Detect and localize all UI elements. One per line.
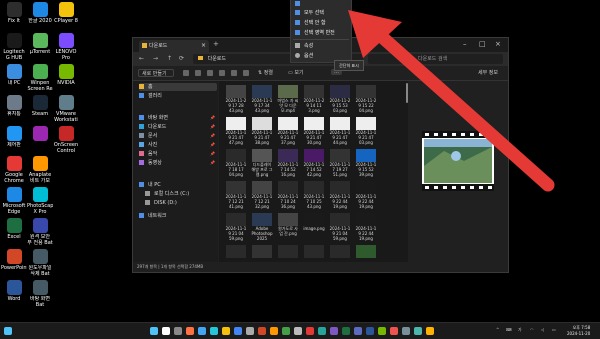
taskbar-app-icon[interactable] [162,327,170,335]
taskbar-app-icon[interactable] [186,327,194,335]
taskbar-app-icon[interactable] [234,327,242,335]
taskbar-app-icon[interactable] [390,327,398,335]
taskbar-app-icon[interactable] [342,327,350,335]
taskbar-app-icon[interactable] [414,327,422,335]
taskbar-app-icon[interactable] [282,327,290,335]
desktop: Fix It 한글 2020 CPlayer 8 Logitech G HUB µTor… [0,0,600,322]
taskbar-app-icon[interactable] [150,327,158,335]
taskbar-app-icon[interactable] [306,327,314,335]
wifi-icon[interactable]: ◠ [530,327,534,332]
taskbar-app-icon[interactable] [378,327,386,335]
red-arrow-annotation [348,10,555,192]
taskbar-app-icon[interactable] [318,327,326,335]
taskbar-app-icon[interactable] [222,327,230,335]
clock-date: 2024-11-20 [567,331,591,336]
language-indicator-icon[interactable]: 가 [518,327,522,333]
tray-overflow-icon[interactable]: ^ [496,327,499,332]
battery-icon[interactable]: ▭ [552,327,556,332]
keyboard-icon[interactable]: ⌨ [506,327,512,332]
taskbar-app-icon[interactable] [174,327,182,335]
clock[interactable]: 오후 7:58 2024-11-20 [567,325,590,337]
taskbar-app-icon[interactable] [402,327,410,335]
taskbar-app-icon[interactable] [366,327,374,335]
taskbar-app-icon[interactable] [258,327,266,335]
taskbar-app-icon[interactable] [426,327,434,335]
taskbar-app-icon[interactable] [330,327,338,335]
taskbar-app-icon[interactable] [294,327,302,335]
taskbar-app-icon[interactable] [270,327,278,335]
volume-icon[interactable]: ◁ [541,327,544,332]
widgets-icon[interactable] [4,327,12,335]
taskbar: ^ ⌨ 가 ◠ ◁ ▭ 오후 7:58 2024-11-20 [0,322,600,339]
taskbar-app-icon[interactable] [198,327,206,335]
taskbar-app-icon[interactable] [210,327,218,335]
taskbar-app-icon[interactable] [354,327,362,335]
taskbar-app-icon[interactable] [246,327,254,335]
